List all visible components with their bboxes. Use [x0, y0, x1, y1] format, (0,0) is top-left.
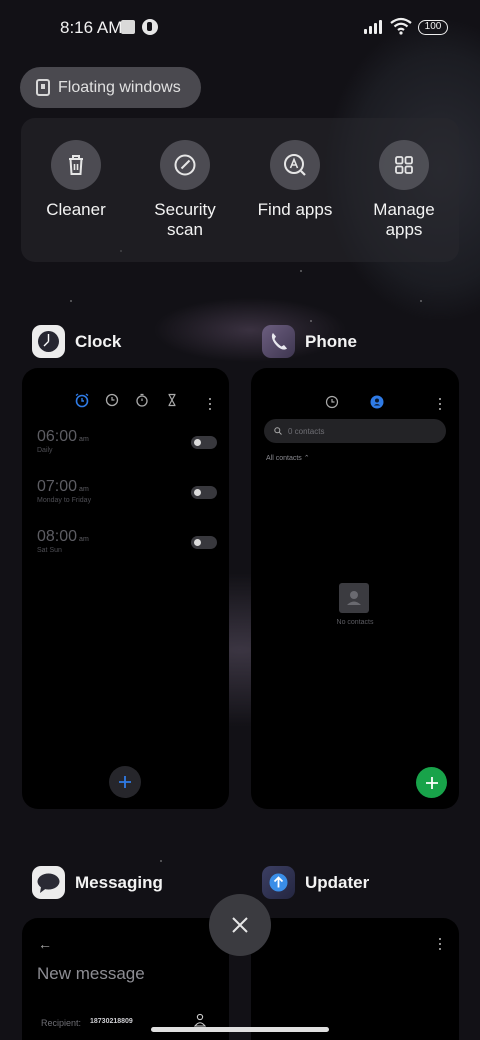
cleaner-label: Cleaner: [46, 200, 106, 219]
battery-icon: 100: [418, 20, 448, 35]
alarm-item[interactable]: 07:00 am Monday to Friday: [37, 478, 217, 518]
alarm-time: 08:00: [37, 528, 78, 545]
updater-app-icon: [262, 866, 295, 899]
security-scan-button[interactable]: Security scan: [130, 140, 240, 240]
world-clock-icon[interactable]: [104, 392, 120, 408]
alarm-toggle[interactable]: [191, 486, 217, 499]
search-placeholder: 0 contacts: [288, 426, 325, 436]
clock-more-icon[interactable]: [208, 398, 212, 412]
contacts-icon[interactable]: [370, 395, 384, 409]
alarm-time: 06:00: [37, 428, 78, 445]
alarm-days: Daily: [37, 447, 53, 454]
stopwatch-icon[interactable]: [134, 392, 150, 408]
new-message-title: New message: [37, 964, 145, 983]
contacts-filter-dropdown[interactable]: All contacts ⌃: [266, 454, 310, 462]
alarm-item[interactable]: 08:00 am Sat Sun: [37, 528, 217, 568]
recents-icon[interactable]: [325, 395, 339, 409]
find-apps-button[interactable]: Find apps: [240, 140, 350, 220]
cleaner-button[interactable]: Cleaner: [21, 140, 131, 220]
phone-app-header[interactable]: Phone: [262, 325, 357, 358]
status-bar: 8:16 AM 100: [0, 0, 480, 56]
plus-icon: [425, 776, 438, 789]
messaging-app-card[interactable]: ← New message Recipient: 18730218809: [22, 918, 229, 1040]
manage-apps-icon: [379, 140, 429, 190]
phone-app-card[interactable]: 0 contacts All contacts ⌃ No contacts: [251, 368, 459, 809]
alarm-time: 07:00: [37, 478, 78, 495]
recipient-label: Recipient:: [41, 1018, 82, 1028]
clock-app-icon: [32, 325, 65, 358]
updater-app-header[interactable]: Updater: [262, 866, 369, 899]
alarm-ampm: am: [79, 536, 89, 543]
phone-app-icon: [262, 325, 295, 358]
plus-icon: [119, 776, 131, 788]
manage-apps-label: Manage apps: [373, 200, 435, 239]
timer-icon[interactable]: [164, 392, 180, 408]
floating-windows-label: Floating windows: [58, 78, 181, 96]
updater-app-title: Updater: [305, 872, 370, 892]
search-icon: [274, 427, 282, 435]
phone-app-title: Phone: [305, 331, 357, 351]
messaging-app-title: Messaging: [75, 872, 163, 892]
add-contact-icon[interactable]: [194, 1013, 206, 1027]
clear-all-button[interactable]: [209, 894, 271, 956]
clock-app-header[interactable]: Clock: [32, 325, 121, 358]
app-notification-icon: [142, 19, 158, 35]
alarm-days: Sat Sun: [37, 547, 62, 554]
recipient-number[interactable]: 18730218809: [90, 1018, 133, 1025]
updater-app-card[interactable]: [251, 918, 459, 1040]
security-scan-label: Security scan: [154, 200, 216, 239]
contacts-filter-label: All contacts: [266, 455, 302, 462]
alarm-ampm: am: [79, 436, 89, 443]
status-time: 8:16 AM: [60, 18, 123, 37]
find-apps-icon: [270, 140, 320, 190]
contacts-search-input[interactable]: 0 contacts: [264, 419, 446, 443]
floating-windows-button[interactable]: Floating windows: [20, 67, 201, 108]
clock-tabs: [74, 392, 180, 408]
alarm-ampm: am: [79, 486, 89, 493]
back-arrow-icon[interactable]: ←: [38, 936, 52, 952]
alarm-icon[interactable]: [74, 392, 90, 408]
floating-window-icon: [36, 79, 50, 96]
find-apps-label: Find apps: [257, 200, 333, 219]
clock-app-card[interactable]: 06:00 am Daily 07:00 am Monday to Friday 0…: [22, 368, 229, 809]
close-icon: [232, 917, 248, 933]
clock-app-title: Clock: [75, 331, 122, 351]
security-scan-icon: [160, 140, 210, 190]
alarm-toggle[interactable]: [191, 436, 217, 449]
add-contact-button[interactable]: [416, 767, 447, 798]
phone-more-icon[interactable]: [438, 398, 442, 412]
wifi-icon: [390, 17, 412, 35]
home-indicator[interactable]: [151, 1027, 329, 1032]
add-alarm-button[interactable]: [109, 766, 141, 798]
manage-apps-button[interactable]: Manage apps: [349, 140, 459, 240]
alarm-toggle[interactable]: [191, 536, 217, 549]
messaging-app-icon: [32, 866, 65, 899]
quick-tools-panel: Cleaner Security scan Find apps Manage a…: [21, 118, 459, 262]
updater-more-icon[interactable]: [438, 938, 442, 952]
empty-contacts-icon: [339, 583, 369, 613]
trash-icon: [51, 140, 101, 190]
signal-icon: [364, 20, 386, 34]
empty-contacts-text: No contacts: [336, 619, 374, 626]
notification-icon: [121, 20, 135, 34]
alarm-item[interactable]: 06:00 am Daily: [37, 428, 217, 468]
messaging-app-header[interactable]: Messaging: [32, 866, 163, 899]
alarm-days: Monday to Friday: [37, 497, 92, 504]
